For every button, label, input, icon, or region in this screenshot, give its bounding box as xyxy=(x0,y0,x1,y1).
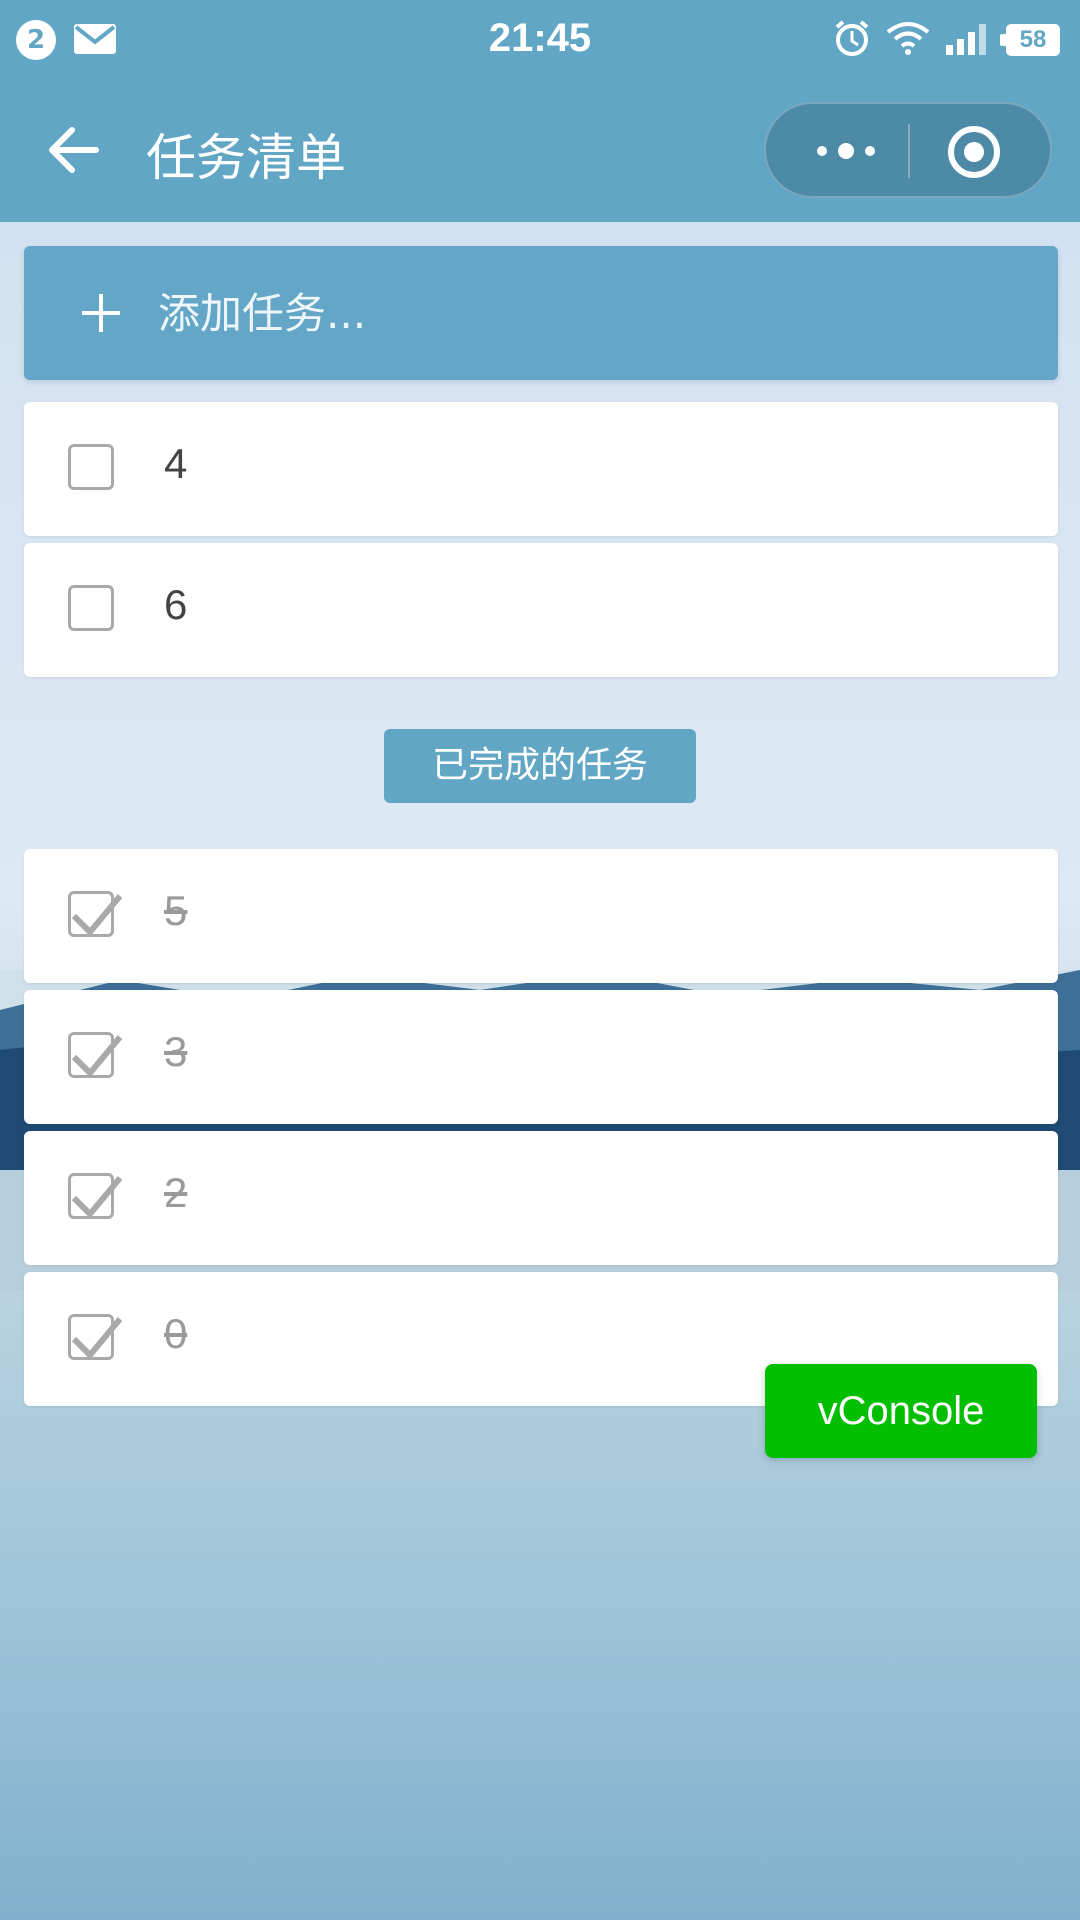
task-label: 2 xyxy=(164,1169,188,1216)
completed-task-item[interactable]: 5 xyxy=(24,849,1058,983)
navigation-bar: 任务清单 xyxy=(0,80,1080,222)
add-task-input[interactable] xyxy=(158,282,1018,344)
task-label: 5 xyxy=(164,887,188,934)
completed-task-item[interactable]: 3 xyxy=(24,990,1058,1124)
battery-icon: 58 xyxy=(1000,24,1060,56)
task-label: 0 xyxy=(164,1310,188,1357)
task-label: 4 xyxy=(164,440,188,487)
close-circle-icon[interactable] xyxy=(944,122,1004,182)
completed-task-item[interactable]: 2 xyxy=(24,1131,1058,1265)
add-task-bar xyxy=(24,246,1058,380)
plus-icon[interactable] xyxy=(72,284,130,342)
task-item[interactable]: 4 xyxy=(24,402,1058,536)
task-label: 6 xyxy=(164,581,188,628)
wifi-icon xyxy=(886,20,930,60)
back-arrow-icon[interactable] xyxy=(44,120,104,180)
completed-section-label[interactable]: 已完成的任务 xyxy=(384,729,696,803)
capsule-divider xyxy=(908,124,910,178)
task-checkbox-checked[interactable] xyxy=(68,1173,123,1219)
task-checkbox-checked[interactable] xyxy=(68,1314,123,1360)
task-checkbox-checked[interactable] xyxy=(68,891,123,937)
page-title: 任务清单 xyxy=(146,129,346,187)
task-label: 3 xyxy=(164,1028,188,1075)
task-item[interactable]: 6 xyxy=(24,543,1058,677)
more-dots-icon[interactable] xyxy=(796,124,896,178)
status-bar: 2 21:45 58 xyxy=(0,0,1080,80)
vconsole-button[interactable]: vConsole xyxy=(765,1364,1037,1458)
signal-icon xyxy=(944,21,992,59)
task-checkbox[interactable] xyxy=(68,444,114,490)
alarm-icon xyxy=(832,18,872,62)
task-checkbox[interactable] xyxy=(68,585,114,631)
task-checkbox-checked[interactable] xyxy=(68,1032,123,1078)
mini-program-capsule xyxy=(764,102,1052,198)
